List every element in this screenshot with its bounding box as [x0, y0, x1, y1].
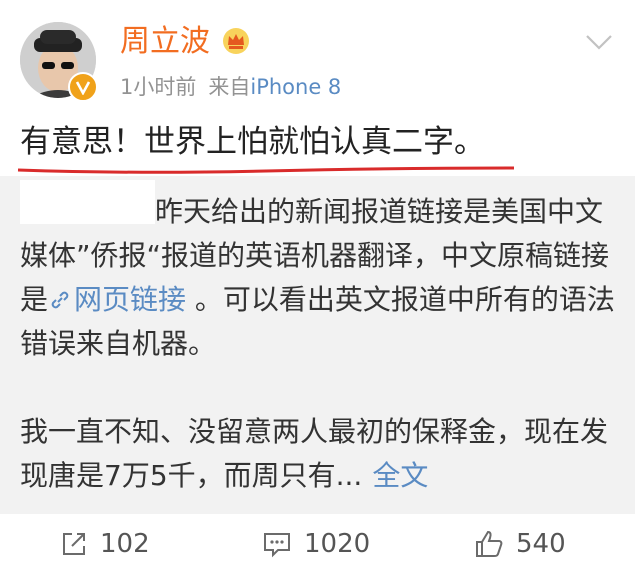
post-headline: 有意思！世界上怕就怕认真二字。 — [20, 124, 485, 160]
username[interactable]: 周立波 — [120, 24, 210, 60]
post-time: 1小时前 — [120, 75, 197, 99]
repost-text: 昨天给出的新闻报道链接是美国中文媒体”侨报“报道的英语机器翻译，中文原稿链接是网… — [20, 190, 620, 366]
crown-icon — [223, 28, 249, 54]
like-count: 540 — [516, 529, 566, 559]
web-link[interactable]: 网页链接 — [48, 283, 186, 316]
verified-badge-icon — [68, 72, 98, 102]
repost-count: 102 — [100, 529, 150, 559]
action-bar: 102 1020 540 — [0, 514, 635, 583]
repost-button[interactable]: 102 — [60, 528, 150, 560]
link-icon — [51, 291, 69, 309]
web-link-label: 网页链接 — [74, 283, 187, 316]
like-button[interactable]: 540 — [474, 528, 566, 560]
device-link[interactable]: iPhone 8 — [250, 75, 341, 99]
full-text-link[interactable]: 全文 — [372, 459, 428, 492]
repost-icon — [63, 533, 85, 555]
comment-icon — [264, 533, 290, 558]
like-icon — [476, 530, 503, 557]
post-header: 周立波 1小时前 来自iPhone 8 — [0, 0, 635, 118]
chevron-down-icon[interactable] — [584, 32, 614, 52]
post-meta: 1小时前 来自iPhone 8 — [120, 74, 341, 100]
comment-button[interactable]: 1020 — [262, 528, 370, 560]
source-prefix: 来自 — [208, 75, 251, 99]
repost-text-para2: 我一直不知、没留意两人最初的保释金，现在发现唐是7万5千，而周只有... 全文 — [20, 410, 620, 498]
comment-count: 1020 — [304, 529, 371, 559]
repost-text-para2-body: 我一直不知、没留意两人最初的保释金，现在发现唐是7万5千，而周只有... — [20, 415, 609, 492]
